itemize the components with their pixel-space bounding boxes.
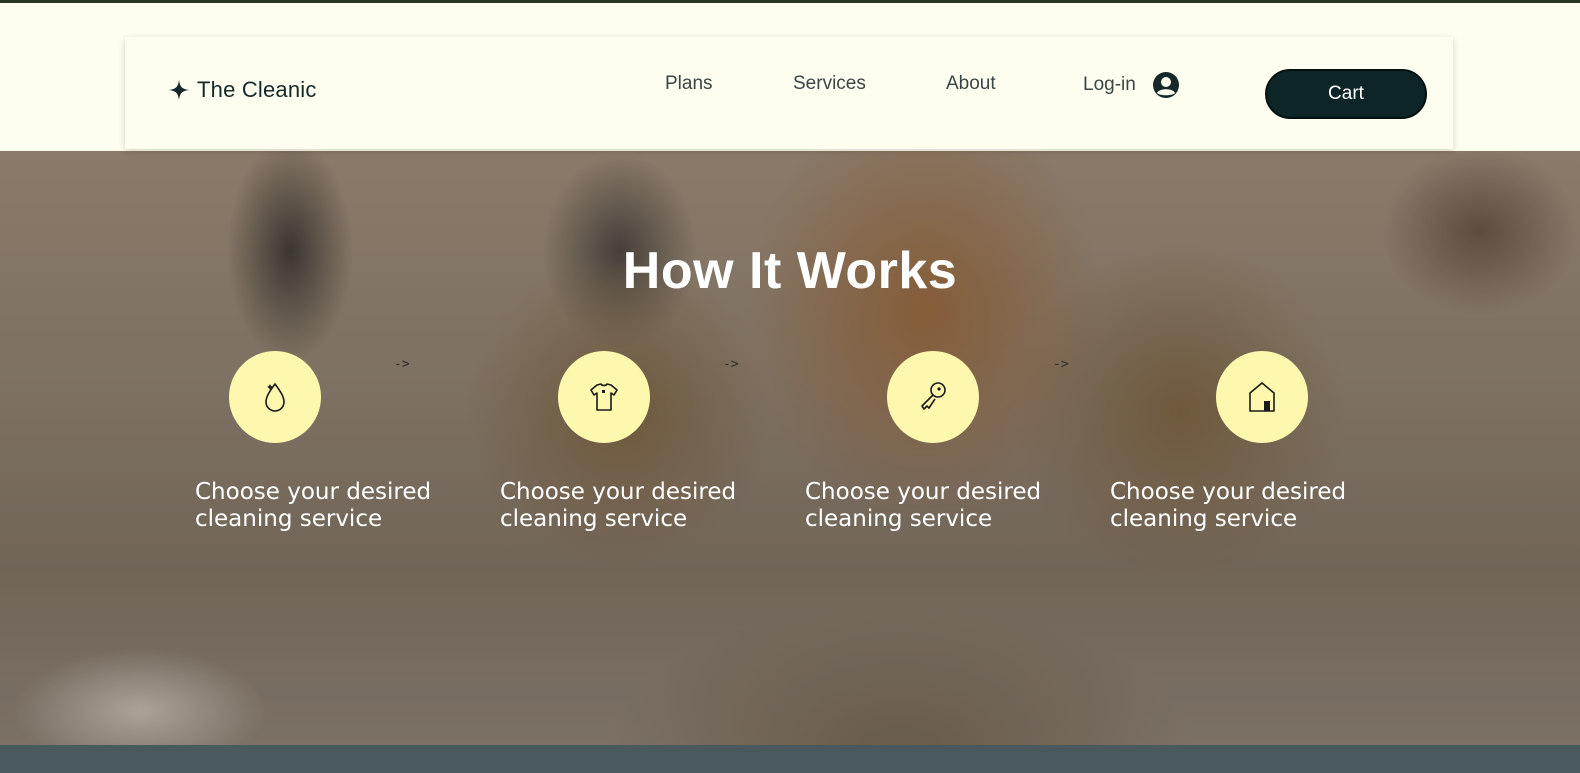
logo-text: The Cleanic (197, 77, 317, 102)
step-1-circle (229, 351, 321, 443)
sparkle-icon (169, 80, 189, 100)
step-4-circle (1216, 351, 1308, 443)
login-link[interactable]: Log-in (1083, 71, 1180, 99)
nav-services[interactable]: Services (793, 73, 866, 95)
step-3-text: Choose your desired cleaning service (805, 479, 1042, 532)
water-drop-icon (265, 382, 285, 412)
key-icon (921, 382, 946, 410)
step-arrow-3: -> (1053, 357, 1069, 372)
footer-band (0, 745, 1580, 773)
shirt-icon (590, 383, 618, 411)
site-header: The Cleanic Plans Services About Log-in … (125, 37, 1453, 149)
step-arrow-1: -> (394, 357, 410, 372)
section-title: How It Works (622, 242, 958, 300)
cart-button[interactable]: Cart (1265, 69, 1427, 119)
login-label: Log-in (1083, 74, 1136, 95)
logo[interactable]: The Cleanic (169, 77, 317, 103)
header-area: The Cleanic Plans Services About Log-in … (0, 3, 1580, 151)
step-1-text: Choose your desired cleaning service (195, 479, 432, 532)
step-4-text: Choose your desired cleaning service (1110, 479, 1347, 532)
step-2-circle (558, 351, 650, 443)
step-3-circle (887, 351, 979, 443)
house-icon (1249, 382, 1275, 412)
hero-section: How It Works -> Choose your desired clea… (0, 151, 1580, 745)
nav-about[interactable]: About (946, 73, 996, 95)
step-2-text: Choose your desired cleaning service (500, 479, 737, 532)
step-arrow-2: -> (723, 357, 739, 372)
user-avatar-icon (1152, 71, 1180, 99)
nav-plans[interactable]: Plans (665, 73, 713, 95)
